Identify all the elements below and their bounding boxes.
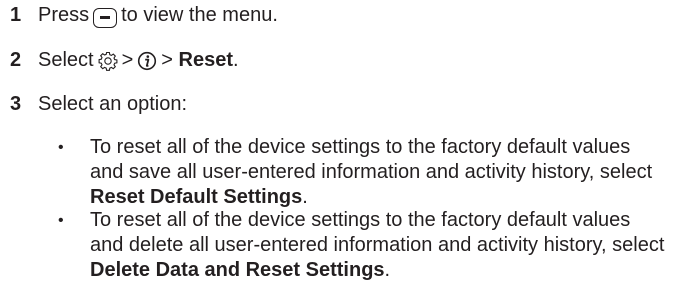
option-bold: Delete Data and Reset Settings — [90, 259, 385, 281]
step-text-after-icon: to view the menu. — [121, 4, 278, 26]
step-number: 2 — [10, 49, 22, 71]
step-text-before-icon: Press — [38, 4, 90, 26]
option-text-body: To reset all of the device settings to t… — [90, 136, 653, 183]
step-tail: . — [233, 49, 239, 71]
step-3: 3 Select an option: — [10, 93, 187, 116]
separator: > — [121, 49, 134, 71]
step-text-before: Select — [38, 49, 94, 71]
option-item: • To reset all of the device settings to… — [58, 135, 668, 210]
option-bold: Reset Default Settings — [90, 186, 303, 208]
option-tail: . — [302, 186, 308, 208]
step-text: Select an option: — [38, 93, 187, 115]
step-2: 2 Select > > Reset . — [10, 49, 239, 72]
option-text: To reset all of the device settings to t… — [90, 208, 668, 283]
bullet: • — [58, 139, 64, 156]
option-tail: . — [384, 259, 391, 281]
option-text-body: To reset all of the device settings to t… — [90, 209, 665, 256]
gear-icon — [98, 51, 118, 71]
info-icon — [137, 51, 157, 71]
option-text: To reset all of the device settings to t… — [90, 135, 668, 210]
option-item: • To reset all of the device settings to… — [58, 208, 668, 283]
menu-key-icon — [93, 6, 118, 28]
bullet: • — [58, 212, 64, 229]
step-1: 1 Press to view the menu. — [10, 4, 278, 28]
step-number: 3 — [10, 93, 22, 115]
separator: > — [161, 49, 173, 71]
reset-label: Reset — [178, 49, 234, 71]
step-number: 1 — [10, 4, 22, 26]
step-text: Select > > Reset . — [38, 49, 239, 72]
step-text: Press to view the menu. — [38, 4, 278, 28]
